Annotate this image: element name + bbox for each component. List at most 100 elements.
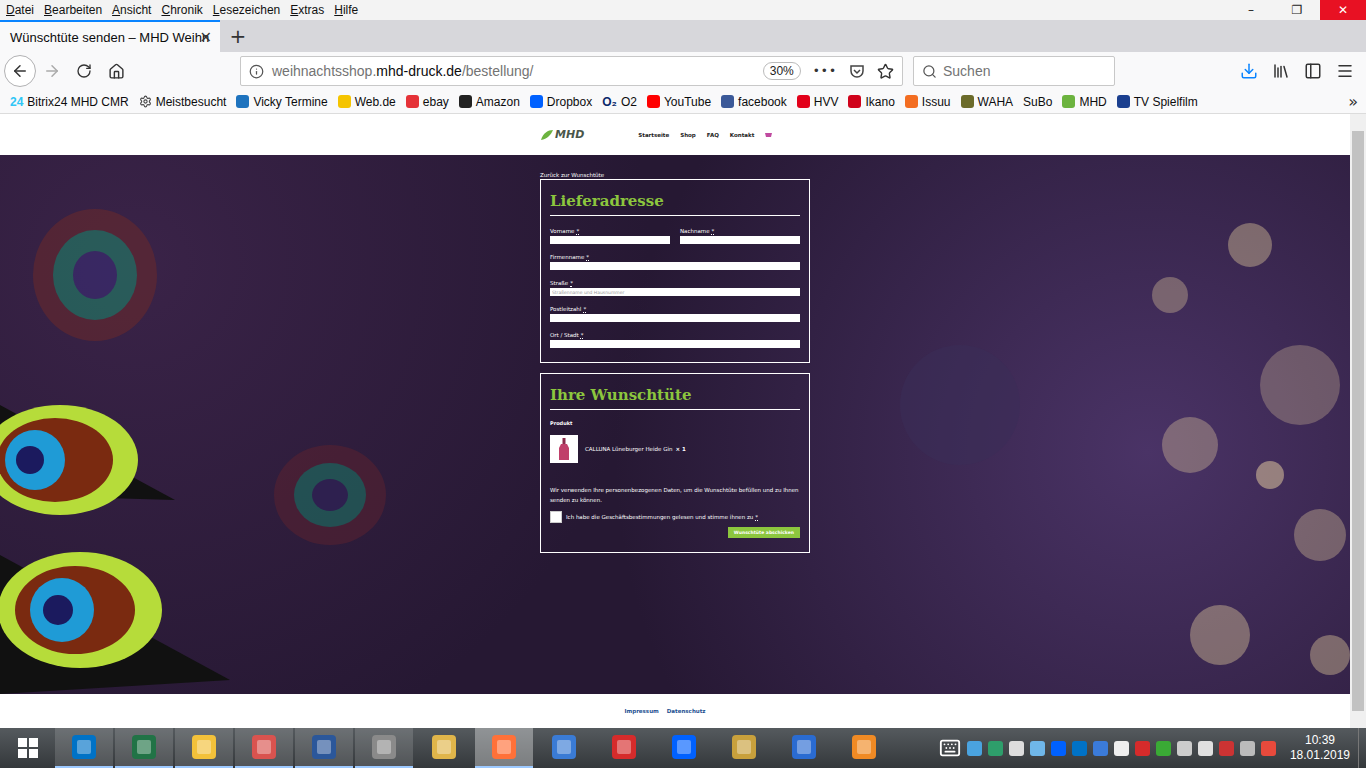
bookmark-item[interactable]: Dropbox [530, 95, 592, 109]
download-icon[interactable] [1240, 62, 1258, 80]
taskbar-app[interactable] [835, 728, 893, 768]
menu-item[interactable]: Bearbeiten [39, 0, 107, 20]
text-input[interactable] [550, 314, 800, 322]
menu-item[interactable]: Datei [1, 0, 39, 20]
taskbar-app[interactable] [595, 728, 653, 768]
text-input[interactable] [550, 340, 800, 348]
tray-icon[interactable] [1051, 741, 1066, 756]
menu-item[interactable]: Hilfe [329, 0, 363, 20]
terms-checkbox[interactable] [550, 511, 562, 523]
bookmark-item[interactable]: Vicky Termine [236, 95, 327, 109]
search-field[interactable]: Suchen [913, 56, 1115, 86]
taskbar-app[interactable] [175, 728, 233, 768]
menu-item[interactable]: Lesezeichen [208, 0, 285, 20]
tab-close-button[interactable]: × [199, 28, 212, 46]
browser-tab[interactable]: Wünschtüte senden – MHD Weihn× [0, 20, 220, 52]
nav-link[interactable]: FAQ [707, 132, 719, 138]
taskbar-app[interactable] [535, 728, 593, 768]
page-actions-button[interactable]: ••• [813, 64, 837, 78]
home-button[interactable] [100, 56, 132, 86]
text-input[interactable] [550, 262, 800, 270]
scrollbar[interactable] [1350, 114, 1366, 728]
tray-icon[interactable] [1261, 741, 1276, 756]
nav-link[interactable]: Startseite [638, 132, 669, 138]
bookmark-item[interactable]: Ikano [848, 95, 894, 109]
tray-icon[interactable] [1219, 741, 1234, 756]
menu-icon[interactable] [1336, 62, 1354, 80]
text-input[interactable] [550, 288, 800, 296]
forward-button[interactable] [36, 56, 68, 86]
tray-icon[interactable] [988, 741, 1003, 756]
text-input[interactable] [680, 236, 800, 244]
reload-button[interactable] [68, 56, 100, 86]
tray-icon[interactable] [1177, 741, 1192, 756]
tray-icon[interactable] [967, 741, 982, 756]
new-tab-button[interactable]: + [220, 20, 256, 52]
minimize-button[interactable]: – [1228, 0, 1274, 20]
restore-button[interactable]: ❐ [1274, 0, 1320, 20]
bookmark-item[interactable]: TV Spielfilm [1117, 95, 1198, 109]
back-button[interactable] [4, 55, 36, 87]
sidebar-icon[interactable] [1304, 62, 1322, 80]
bookmark-item[interactable]: Amazon [459, 95, 520, 109]
taskbar-app[interactable] [415, 728, 473, 768]
tray-icon[interactable] [1135, 741, 1150, 756]
nav-link[interactable]: Shop [680, 132, 696, 138]
keyboard-icon[interactable] [939, 737, 961, 759]
tray-icon[interactable] [1030, 741, 1045, 756]
menu-item[interactable]: Chronik [156, 0, 207, 20]
tray-icon[interactable] [1114, 741, 1129, 756]
menu-item[interactable]: Extras [285, 0, 329, 20]
tray-icon[interactable] [1198, 741, 1213, 756]
taskbar-app[interactable] [235, 728, 293, 768]
bookmark-item[interactable]: Meistbesucht [139, 95, 227, 109]
tray-icon[interactable] [1093, 741, 1108, 756]
bookmark-item[interactable]: ebay [406, 95, 449, 109]
submit-button[interactable]: Wunschtüte abschicken [728, 527, 800, 538]
tray-icon[interactable] [1156, 741, 1171, 756]
bookmark-item[interactable]: YouTube [647, 95, 711, 109]
nav-link[interactable]: Kontakt [730, 132, 755, 138]
taskbar-app[interactable] [55, 728, 113, 768]
bookmark-item[interactable]: MHD [1062, 95, 1106, 109]
url-field[interactable]: weihnachtsshop.mhd-druck.de/bestellung/3… [240, 56, 903, 86]
pocket-icon[interactable] [849, 63, 865, 79]
footer-link[interactable]: Datenschutz [667, 708, 706, 714]
tray-icon[interactable] [1072, 741, 1087, 756]
bookmark-item[interactable]: WAHA [961, 95, 1014, 109]
search-icon [922, 64, 937, 79]
taskbar-app[interactable] [355, 728, 413, 768]
taskbar-app[interactable] [655, 728, 713, 768]
library-icon[interactable] [1272, 62, 1290, 80]
terms-row[interactable]: Ich habe die Geschäftsbestimmungen geles… [550, 511, 800, 523]
taskbar-app[interactable] [475, 728, 533, 768]
taskbar-app[interactable] [775, 728, 833, 768]
start-button[interactable] [0, 728, 55, 768]
cart-icon[interactable] [765, 132, 772, 138]
taskbar-app[interactable] [295, 728, 353, 768]
star-icon[interactable] [877, 63, 894, 80]
bookmark-item[interactable]: 24Bitrix24 MHD CMR [10, 95, 129, 109]
text-input[interactable] [550, 236, 670, 244]
site-logo[interactable]: MHD [540, 128, 584, 141]
bookmark-item[interactable]: HVV [797, 95, 839, 109]
menu-item[interactable]: Ansicht [107, 0, 156, 20]
back-link[interactable]: Zurück zur Wunschtüte [540, 171, 810, 179]
bookmark-item[interactable]: O₂O2 [602, 95, 637, 109]
close-button[interactable]: ✕ [1320, 0, 1366, 20]
taskbar-app[interactable] [715, 728, 773, 768]
bookmark-item[interactable]: Issuu [905, 95, 951, 109]
footer-link[interactable]: Impressum [624, 708, 658, 714]
bookmarks-overflow-button[interactable]: » [1348, 92, 1358, 111]
zoom-indicator[interactable]: 30% [763, 62, 801, 80]
clock[interactable]: 10:3918.01.2019 [1282, 728, 1358, 768]
tray-icon[interactable] [1240, 741, 1255, 756]
taskbar-app[interactable] [115, 728, 173, 768]
scroll-thumb[interactable] [1352, 131, 1364, 711]
favicon-icon [236, 95, 249, 108]
bookmark-item[interactable]: Web.de [338, 95, 396, 109]
bookmark-item[interactable]: SuBo [1023, 95, 1052, 109]
show-desktop-button[interactable] [1358, 728, 1366, 768]
tray-icon[interactable] [1009, 741, 1024, 756]
bookmark-item[interactable]: facebook [721, 95, 787, 109]
